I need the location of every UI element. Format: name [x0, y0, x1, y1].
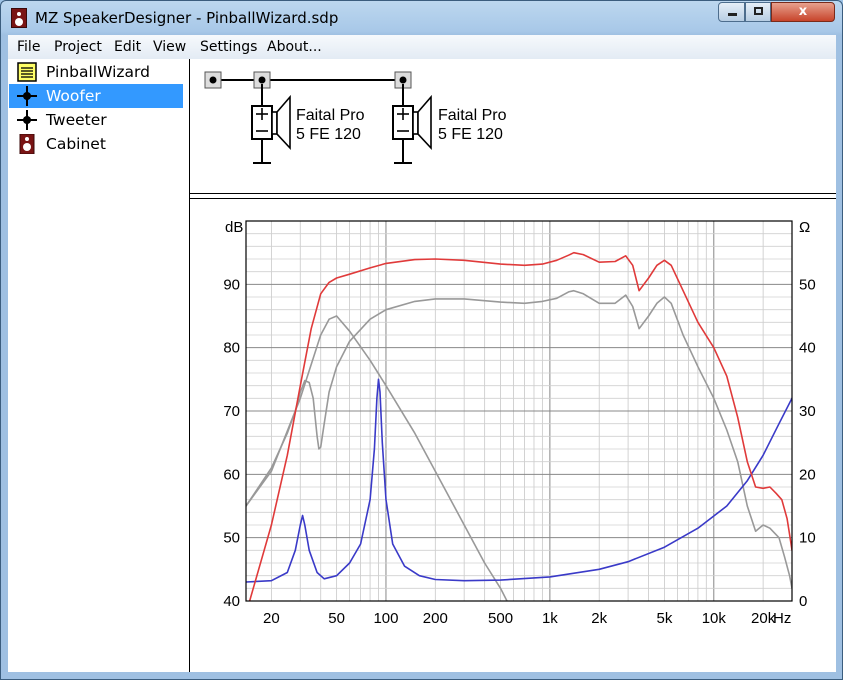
menu-edit[interactable]: Edit	[114, 39, 141, 55]
y-left-tick-label: 90	[223, 276, 240, 293]
driver-1-brand: Faital Pro	[296, 107, 365, 124]
woofer-driver-symbol[interactable]	[251, 84, 291, 164]
left-axis-unit: dB	[225, 219, 243, 236]
title-bar[interactable]: MZ SpeakerDesigner - PinballWizard.sdp x	[1, 1, 842, 35]
tree-item-cabinet[interactable]: Cabinet	[9, 132, 183, 156]
menu-about[interactable]: About...	[267, 39, 322, 55]
project-icon	[17, 62, 37, 82]
x-tick-label: 100	[373, 610, 398, 627]
y-left-tick-label: 60	[223, 466, 240, 483]
driver-2-model: 5 FE 120	[438, 126, 503, 143]
y-left-tick-label: 40	[223, 593, 240, 610]
y-left-tick-label: 70	[223, 403, 240, 420]
tick-labels: 20 50 100 200 500 1k 2k 5k 10k 20k405060708090010…	[223, 276, 815, 627]
series-curves	[246, 251, 792, 601]
y-right-tick-label: 50	[799, 276, 816, 293]
x-tick-label: 2k	[591, 610, 607, 627]
driver-2-brand: Faital Pro	[438, 107, 507, 124]
menu-view[interactable]: View	[153, 39, 186, 55]
node-icon	[258, 76, 266, 84]
input-node-icon	[209, 76, 217, 84]
node-icon	[399, 76, 407, 84]
spl-curve	[248, 251, 792, 601]
x-tick-label: 20	[263, 610, 280, 627]
tree-item-tweeter[interactable]: Tweeter	[9, 108, 183, 132]
maximize-button[interactable]	[745, 2, 771, 22]
schematic-canvas: Faital Pro 5 FE 120 Faital Pro 5 FE 120	[204, 71, 507, 164]
x-tick-label: 1k	[542, 610, 558, 627]
menu-bar: File Project Edit View Settings About...	[8, 35, 836, 60]
cabinet-icon	[19, 134, 35, 154]
close-button[interactable]: x	[771, 2, 835, 22]
driver-1-model: 5 FE 120	[296, 126, 361, 143]
window-title: MZ SpeakerDesigner - PinballWizard.sdp	[35, 9, 339, 27]
close-icon: x	[798, 4, 808, 19]
frequency-response-chart: 20 50 100 200 500 1k 2k 5k 10k 20k405060708090010…	[223, 219, 815, 627]
client-area: PinballWizard Woofer Tweeter Cabinet Fai…	[8, 59, 836, 672]
tweeter-driver-symbol[interactable]	[392, 84, 432, 164]
x-axis-unit: Hz	[773, 610, 791, 627]
menu-project[interactable]: Project	[54, 39, 102, 55]
project-tree: PinballWizard Woofer Tweeter Cabinet	[8, 59, 185, 672]
tree-item-label: Cabinet	[46, 135, 106, 153]
y-right-tick-label: 20	[799, 466, 816, 483]
y-right-tick-label: 30	[799, 403, 816, 420]
tree-item-label: Woofer	[46, 87, 101, 105]
driver-node-icon	[17, 86, 37, 106]
y-left-tick-label: 50	[223, 530, 240, 547]
minimize-button[interactable]	[718, 2, 745, 22]
y-right-tick-label: 10	[799, 530, 816, 547]
tree-item-pinballwizard[interactable]: PinballWizard	[9, 60, 183, 84]
crossover-schematic[interactable]: Faital Pro 5 FE 120 Faital Pro 5 FE 120	[190, 59, 836, 193]
app-window: MZ SpeakerDesigner - PinballWizard.sdp x…	[0, 0, 843, 680]
tree-item-label: Tweeter	[46, 111, 107, 129]
x-tick-label: 5k	[657, 610, 673, 627]
x-tick-label: 500	[488, 610, 513, 627]
x-tick-label: 50	[328, 610, 345, 627]
menu-file[interactable]: File	[17, 39, 40, 55]
menu-settings[interactable]: Settings	[200, 39, 257, 55]
driver-node-icon	[17, 110, 37, 130]
tree-item-woofer[interactable]: Woofer	[9, 84, 183, 108]
y-right-tick-label: 40	[799, 340, 816, 357]
tree-item-label: PinballWizard	[46, 63, 150, 81]
maximize-icon	[754, 7, 763, 15]
right-axis-unit: Ω	[799, 219, 810, 236]
app-speaker-icon	[11, 8, 27, 28]
y-left-tick-label: 80	[223, 340, 240, 357]
x-tick-label: 10k	[702, 610, 727, 627]
grid-lines	[246, 220, 793, 602]
x-tick-label: 200	[423, 610, 448, 627]
response-plot[interactable]: 20 50 100 200 500 1k 2k 5k 10k 20k 40 50 60 70 80 90 0 10…	[190, 199, 836, 672]
y-right-tick-label: 0	[799, 593, 807, 610]
minimize-icon	[728, 13, 737, 16]
